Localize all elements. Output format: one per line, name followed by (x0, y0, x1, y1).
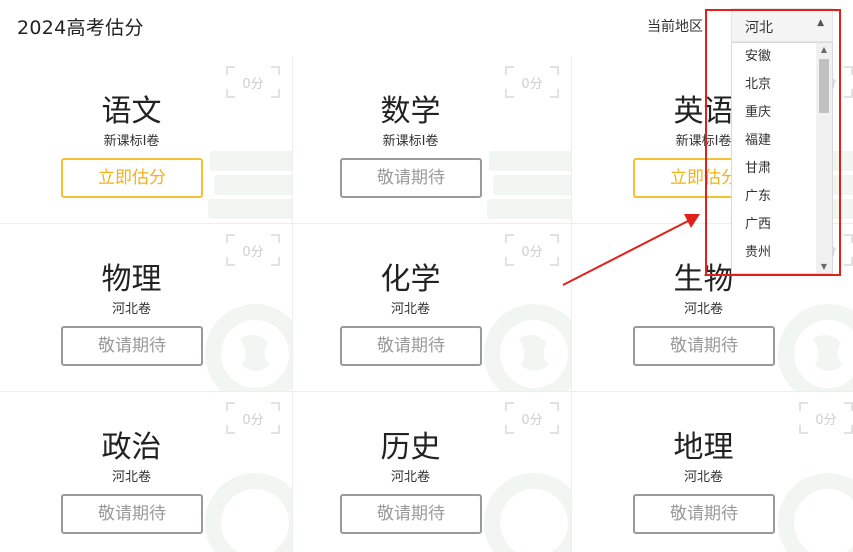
subject-card-physics: 0分 物理 河北卷 敬请期待 (0, 224, 293, 392)
coming-soon-button[interactable]: 敬请期待 (61, 494, 203, 534)
region-label: 当前地区 (647, 19, 703, 35)
subject-card-math: 0分 数学 新课标Ⅰ卷 敬请期待 (279, 56, 572, 224)
coming-soon-button[interactable]: 敬请期待 (633, 494, 775, 534)
subject-card-geography: 0分 地理 河北卷 敬请期待 (572, 392, 853, 552)
paper-type: 河北卷 (683, 470, 723, 485)
coming-soon-button[interactable]: 敬请期待 (340, 326, 482, 366)
paper-type: 河北卷 (390, 470, 430, 485)
coming-soon-button[interactable]: 敬请期待 (340, 158, 482, 198)
subject-card-history: 0分 历史 河北卷 敬请期待 (279, 392, 572, 552)
coming-soon-button[interactable]: 敬请期待 (340, 494, 482, 534)
subject-name: 地理 (673, 430, 734, 465)
subject-card-politics: 0分 政治 河北卷 敬请期待 (0, 392, 293, 552)
page: 2024高考估分 当前地区 0分 语文 新课标Ⅰ卷 立即估分 0分 数学 新课标… (0, 0, 853, 552)
coming-soon-button[interactable]: 敬请期待 (61, 326, 203, 366)
paper-type: 河北卷 (111, 470, 151, 485)
subject-name: 物理 (101, 262, 162, 297)
subject-name: 历史 (380, 430, 441, 465)
page-title: 2024高考估分 (17, 17, 144, 39)
subject-name: 政治 (101, 430, 162, 465)
estimate-button[interactable]: 立即估分 (61, 158, 203, 198)
subject-card-chinese: 0分 语文 新课标Ⅰ卷 立即估分 (0, 56, 293, 224)
coming-soon-button[interactable]: 敬请期待 (633, 326, 775, 366)
paper-type: 河北卷 (111, 302, 151, 317)
subject-name: 化学 (380, 262, 441, 297)
subject-name: 语文 (101, 94, 162, 129)
paper-type: 新课标Ⅰ卷 (103, 134, 160, 149)
paper-type: 河北卷 (390, 302, 430, 317)
paper-type: 河北卷 (683, 302, 723, 317)
subject-card-chemistry: 0分 化学 河北卷 敬请期待 (279, 224, 572, 392)
paper-type: 新课标Ⅰ卷 (382, 134, 439, 149)
annotation-highlight-box (705, 9, 841, 276)
subject-name: 数学 (380, 94, 441, 129)
